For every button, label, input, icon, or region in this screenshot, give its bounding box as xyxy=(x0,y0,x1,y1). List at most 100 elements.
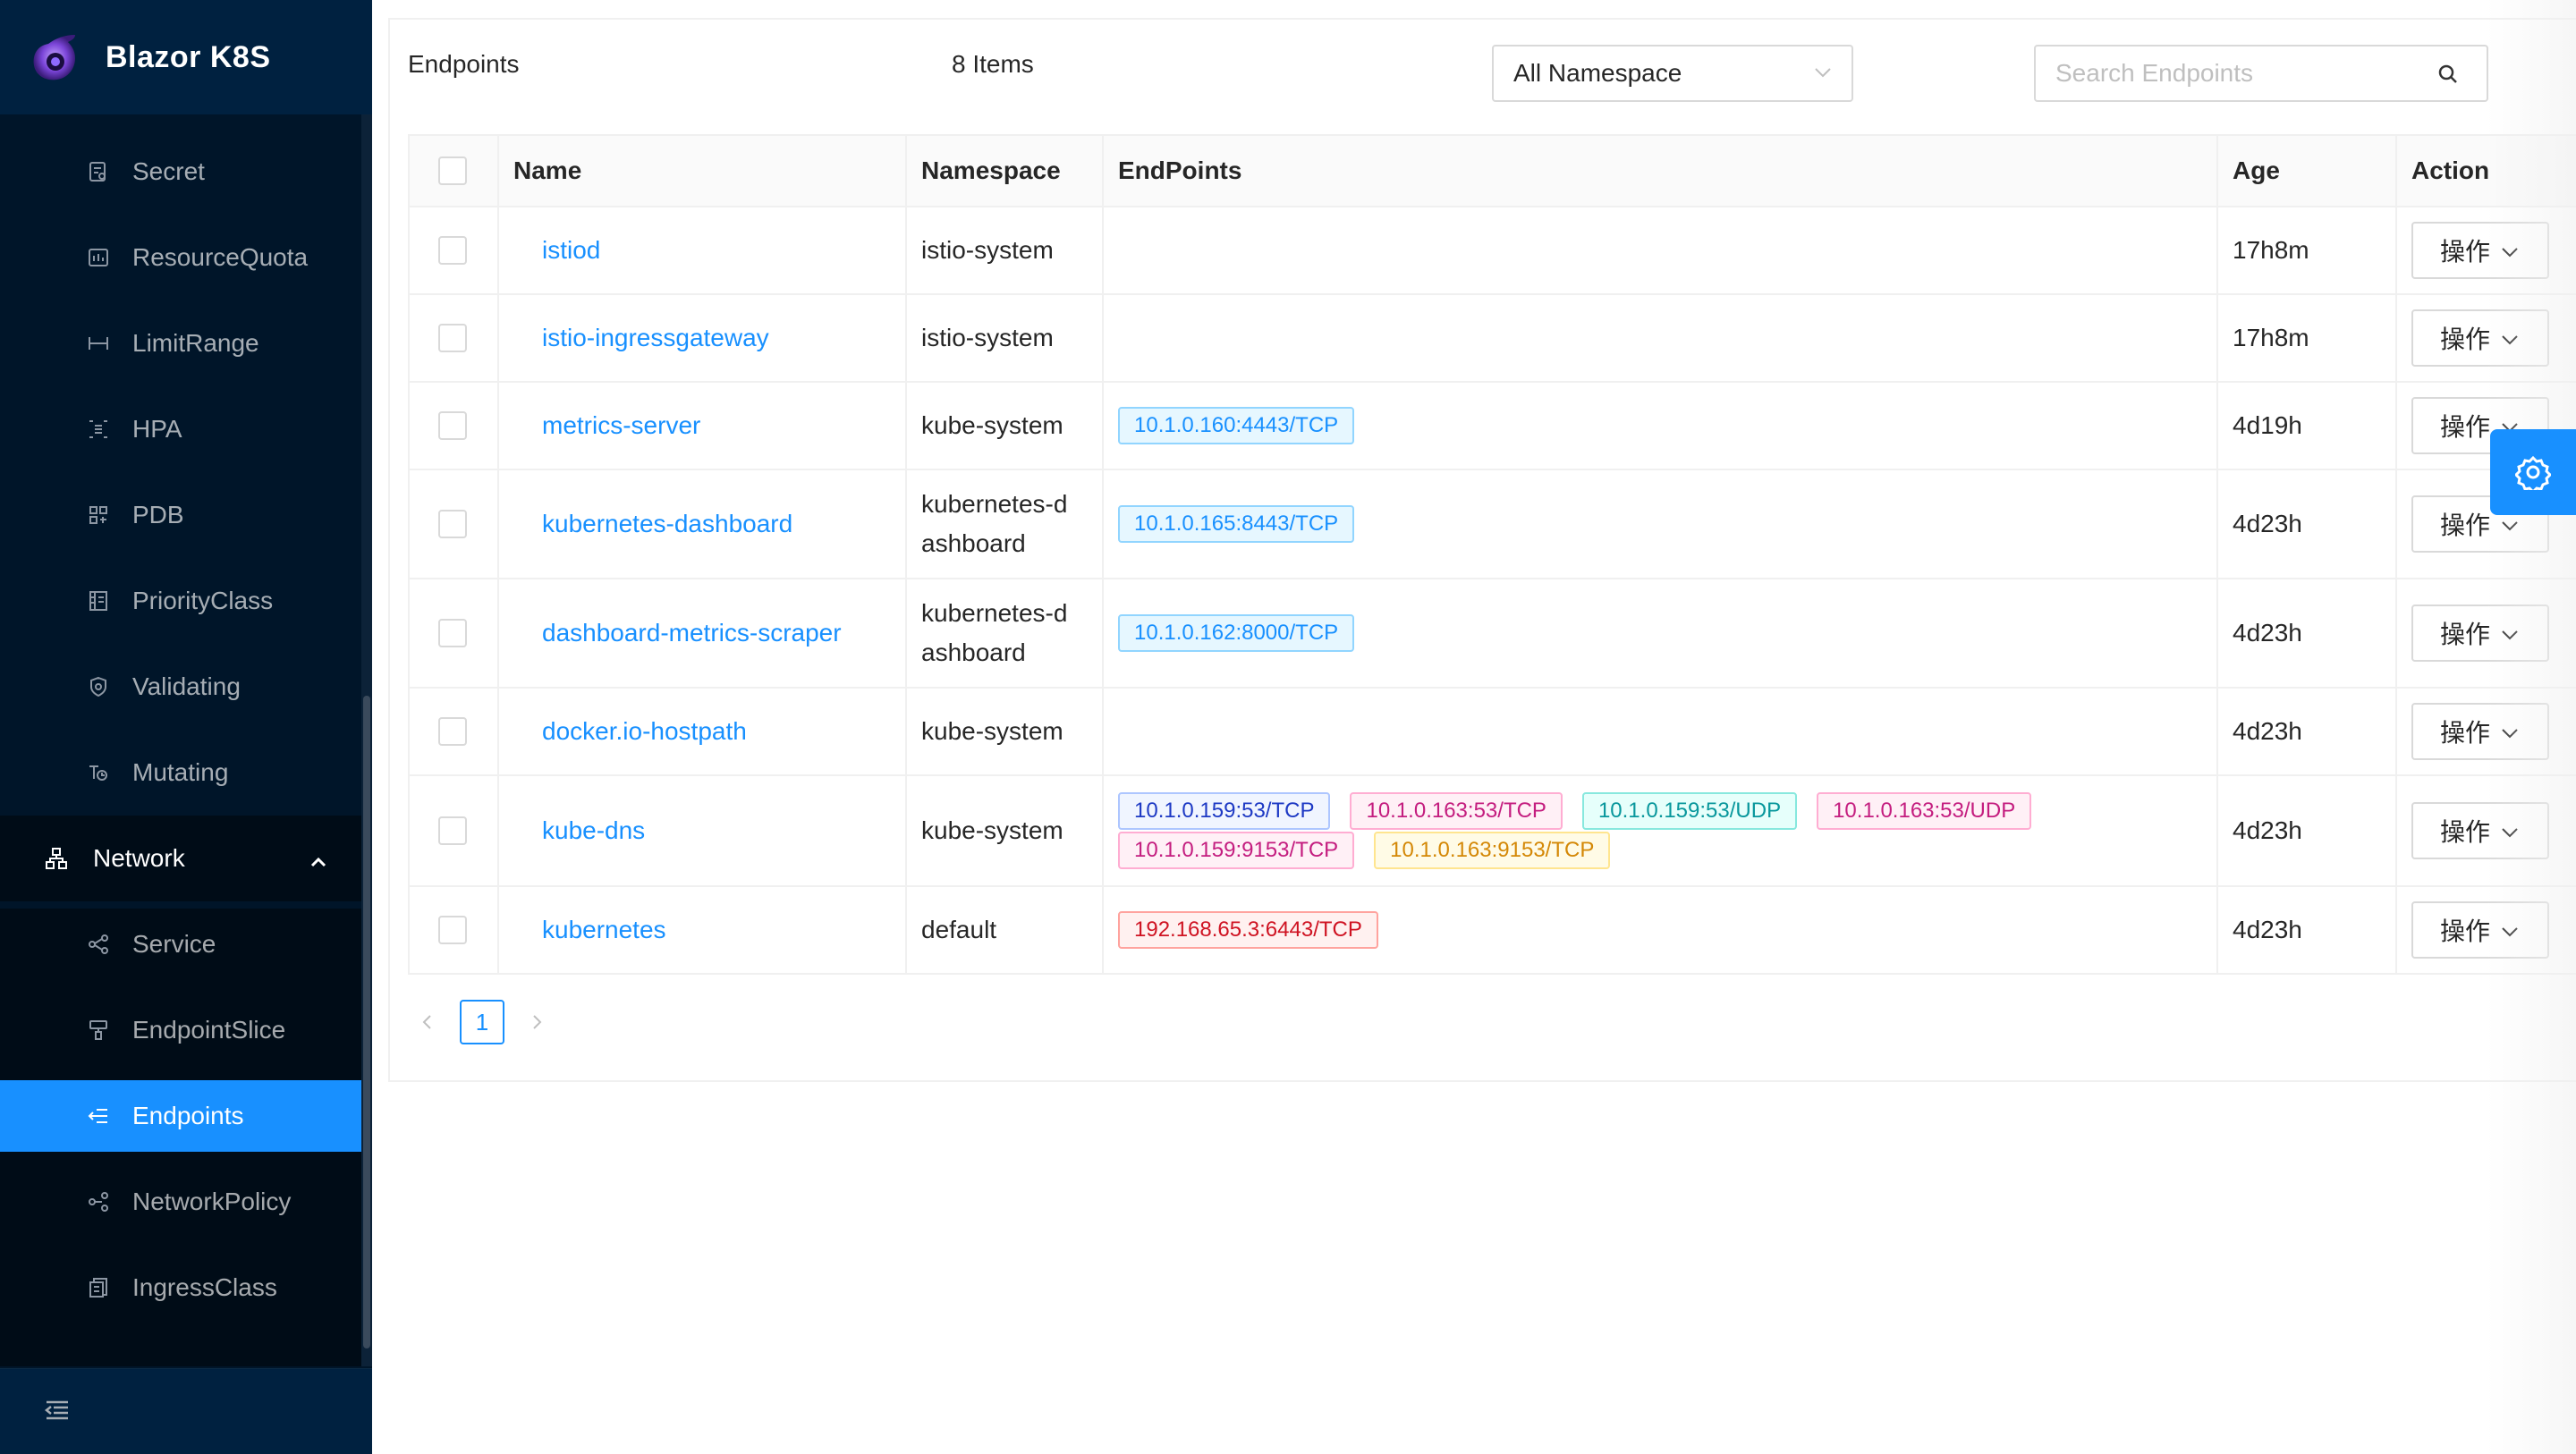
sidebar-item-resourcequota[interactable]: ResourceQuota xyxy=(0,222,361,293)
endpoint-name-link[interactable]: kube-dns xyxy=(497,774,907,887)
sidebar-item-hpa[interactable]: HPA xyxy=(0,393,361,465)
sidebar-item-validating[interactable]: Validating xyxy=(0,651,361,723)
chevron-down-icon xyxy=(2501,324,2519,352)
row-select-cell xyxy=(408,293,499,383)
sidebar-item-endpointslice[interactable]: EndpointSlice xyxy=(0,994,361,1066)
column-header-namespace[interactable]: Namespace xyxy=(905,134,1104,207)
action-dropdown-button[interactable]: 操作 xyxy=(2411,222,2549,279)
settings-button[interactable] xyxy=(2490,429,2576,515)
row-checkbox[interactable] xyxy=(438,816,467,845)
endpoint-name-link[interactable]: metrics-server xyxy=(497,381,907,470)
blazor-logo-icon xyxy=(33,35,75,80)
sidebar-item-label: Secret xyxy=(132,157,205,185)
endpoint-name-link[interactable]: kubernetes-dashboard xyxy=(497,469,907,579)
column-header-name[interactable]: Name xyxy=(497,134,907,207)
endpoint-tag: 10.1.0.163:53/TCP xyxy=(1350,792,1563,830)
action-dropdown-button[interactable]: 操作 xyxy=(2411,901,2549,959)
namespace-cell: kubernetes-d ashboard xyxy=(905,469,1104,579)
main-content: Endpoints 8 Items All Namespace Name Nam… xyxy=(372,0,2576,1454)
endpoint-tag: 192.168.65.3:6443/TCP xyxy=(1118,911,1378,949)
search-icon[interactable] xyxy=(2436,63,2460,86)
namespace-text: kubernetes-d xyxy=(921,490,1068,518)
endpoint-tag: 10.1.0.160:4443/TCP xyxy=(1118,407,1355,444)
age-cell: 4d23h xyxy=(2216,885,2397,975)
endpoint-name-link[interactable]: dashboard-metrics-scraper xyxy=(497,578,907,689)
row-checkbox[interactable] xyxy=(438,916,467,944)
sidebar-scrollbar[interactable] xyxy=(361,114,372,1366)
sidebar-group-label: Network xyxy=(93,844,185,872)
gear-icon xyxy=(2515,455,2551,490)
endpoint-name-link[interactable]: kubernetes xyxy=(497,885,907,975)
select-all-checkbox[interactable] xyxy=(438,156,467,185)
sidebar-item-pdb[interactable]: PDB xyxy=(0,479,361,551)
table-row[interactable]: kube-dns kube-system 10.1.0.159:53/TCP 10.1… xyxy=(408,774,2576,887)
row-checkbox[interactable] xyxy=(438,619,467,647)
row-select-cell xyxy=(408,774,499,887)
table-row[interactable]: istiod istio-system 17h8m 操作 xyxy=(408,206,2576,295)
menu-fold-icon[interactable] xyxy=(45,1399,70,1421)
namespace-cell: kube-system xyxy=(905,687,1104,776)
row-checkbox[interactable] xyxy=(438,324,467,352)
sidebar-item-limitrange[interactable]: LimitRange xyxy=(0,308,361,379)
endpoints-cell: 10.1.0.159:53/TCP 10.1.0.163:53/TCP 10.1.0… xyxy=(1102,774,2218,887)
pagination-page-button[interactable]: 1 xyxy=(460,1000,504,1044)
sidebar-item-ingressclass[interactable]: IngressClass xyxy=(0,1252,361,1323)
table-row[interactable]: docker.io-hostpath kube-system 4d23h 操作 xyxy=(408,687,2576,776)
row-select-cell xyxy=(408,206,499,295)
sidebar-menu: Secret ResourceQuota LimitRange HPA PDB … xyxy=(0,114,361,1366)
endpoints-cell xyxy=(1102,293,2218,383)
row-checkbox[interactable] xyxy=(438,510,467,538)
endpoint-tag: 10.1.0.165:8443/TCP xyxy=(1118,505,1355,543)
row-select-cell xyxy=(408,381,499,470)
action-label: 操作 xyxy=(2440,413,2491,441)
chevron-down-icon xyxy=(2501,619,2519,647)
action-label: 操作 xyxy=(2440,621,2491,648)
table-row[interactable]: istio-ingressgateway istio-system 17h8m 操作 xyxy=(408,293,2576,383)
sidebar-item-secret[interactable]: Secret xyxy=(0,136,361,207)
sidebar-item-service[interactable]: Service xyxy=(0,909,361,980)
age-cell: 17h8m xyxy=(2216,293,2397,383)
scrollbar-thumb[interactable] xyxy=(363,696,370,1348)
sidebar-item-partial[interactable] xyxy=(0,1338,361,1366)
chevron-down-icon xyxy=(2501,717,2519,746)
collapse-bar[interactable] xyxy=(0,1368,372,1454)
row-checkbox[interactable] xyxy=(438,236,467,265)
row-select-cell xyxy=(408,687,499,776)
age-cell: 4d23h xyxy=(2216,578,2397,689)
row-checkbox[interactable] xyxy=(438,411,467,440)
action-cell: 操作 xyxy=(2395,578,2576,689)
row-select-cell xyxy=(408,469,499,579)
table-row[interactable]: kubernetes default 192.168.65.3:6443/TCP 4d… xyxy=(408,885,2576,975)
sidebar-group-network[interactable]: Network xyxy=(0,816,361,901)
search-input[interactable] xyxy=(2055,59,2413,88)
column-header-age[interactable]: Age xyxy=(2216,134,2397,207)
brand-header[interactable]: Blazor K8S xyxy=(0,0,372,114)
sidebar-item-priorityclass[interactable]: PriorityClass xyxy=(0,565,361,637)
column-header-endpoints[interactable]: EndPoints xyxy=(1102,134,2218,207)
table-row[interactable]: kubernetes-dashboard kubernetes-d ashboard… xyxy=(408,469,2576,579)
table-row[interactable]: metrics-server kube-system 10.1.0.160:4443… xyxy=(408,381,2576,470)
endpoints-icon xyxy=(86,1103,111,1129)
pagination-next-icon[interactable] xyxy=(524,1010,549,1035)
endpoint-name-link[interactable]: docker.io-hostpath xyxy=(497,687,907,776)
row-checkbox[interactable] xyxy=(438,717,467,746)
search-box[interactable] xyxy=(2034,45,2488,102)
table-row[interactable]: dashboard-metrics-scraper kubernetes-d ash… xyxy=(408,578,2576,689)
endpoint-name-link[interactable]: istio-ingressgateway xyxy=(497,293,907,383)
sidebar-item-mutating[interactable]: Mutating xyxy=(0,737,361,808)
action-dropdown-button[interactable]: 操作 xyxy=(2411,604,2549,662)
namespace-select[interactable]: All Namespace xyxy=(1492,45,1853,102)
sidebar-item-endpoints[interactable]: Endpoints xyxy=(0,1080,361,1152)
endpoints-cell: 10.1.0.162:8000/TCP xyxy=(1102,578,2218,689)
service-icon xyxy=(86,932,111,957)
endpoint-tag: 10.1.0.159:53/TCP xyxy=(1118,792,1331,830)
action-dropdown-button[interactable]: 操作 xyxy=(2411,703,2549,760)
action-dropdown-button[interactable]: 操作 xyxy=(2411,802,2549,859)
action-cell: 操作 xyxy=(2395,687,2576,776)
namespace-cell: istio-system xyxy=(905,206,1104,295)
pagination-prev-icon[interactable] xyxy=(415,1010,440,1035)
sidebar-item-networkpolicy[interactable]: NetworkPolicy xyxy=(0,1166,361,1238)
endpoint-name-link[interactable]: istiod xyxy=(497,206,907,295)
sidebar: Blazor K8S Secret ResourceQuota LimitRan… xyxy=(0,0,372,1454)
action-dropdown-button[interactable]: 操作 xyxy=(2411,309,2549,367)
